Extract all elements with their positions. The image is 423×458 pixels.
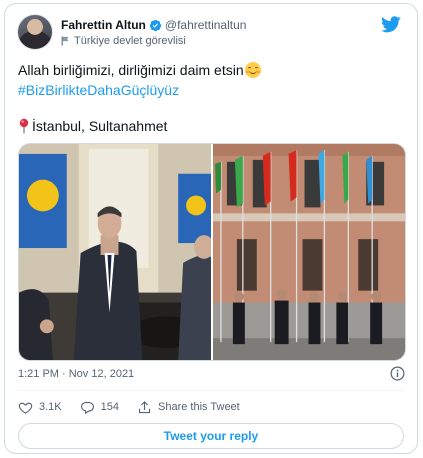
verified-badge-icon — [149, 19, 162, 31]
divider — [18, 390, 404, 391]
tweet-your-reply-button[interactable]: Tweet your reply — [18, 423, 404, 449]
reply-count: 154 — [100, 401, 119, 413]
tweet-photo-2[interactable] — [213, 144, 405, 360]
like-count: 3.1K — [39, 401, 62, 413]
affiliation-label: Türkiye devlet görevlisi — [74, 35, 186, 47]
tweet-text: Allah birliğimizi, dirliğimizi daim etsi… — [18, 62, 244, 78]
photo-indoor-meeting — [19, 144, 211, 360]
reply-button[interactable]: 154 — [80, 400, 119, 415]
hashtag-line: #BizBirlikteDahaGüçlüyüz — [18, 80, 408, 100]
tweet-photo-1[interactable] — [19, 144, 211, 360]
heart-icon — [18, 402, 33, 414]
author-handle[interactable]: @fahrettinaltun — [165, 18, 247, 32]
media-grid — [18, 143, 406, 361]
affiliation-row: Türkiye devlet görevlisi — [61, 33, 186, 49]
twitter-bird-icon[interactable] — [381, 16, 401, 33]
tweet-actions: 3.1K 154 Share this Tweet — [18, 396, 258, 418]
tweet-timestamp[interactable]: 1:21 PM · Nov 12, 2021 — [18, 368, 134, 380]
share-label: Share this Tweet — [158, 401, 240, 413]
share-button[interactable]: Share this Tweet — [137, 400, 240, 415]
location-line: İstanbul, Sultanahmet — [18, 116, 408, 136]
share-icon — [138, 400, 151, 413]
tweet-card: Fahrettin Altun @fahrettinaltun Türkiye … — [4, 3, 418, 454]
location-text: İstanbul, Sultanahmet — [32, 118, 168, 134]
round-pushpin-icon — [19, 118, 29, 134]
info-icon[interactable] — [390, 366, 405, 381]
flag-icon — [61, 36, 69, 46]
like-button[interactable]: 3.1K — [18, 400, 62, 415]
smiling-face-emoji-icon — [244, 62, 261, 78]
avatar[interactable] — [17, 14, 53, 50]
hashtag-link[interactable]: #BizBirlikteDahaGüçlüyüz — [18, 82, 179, 98]
author-row: Fahrettin Altun @fahrettinaltun — [61, 16, 246, 34]
author-display-name[interactable]: Fahrettin Altun — [61, 18, 146, 32]
tweet-text-line: Allah birliğimizi, dirliğimizi daim etsi… — [18, 60, 408, 80]
tweet-header: Fahrettin Altun @fahrettinaltun Türkiye … — [17, 14, 405, 54]
reply-bubble-icon — [80, 401, 94, 414]
photo-building-flags — [213, 144, 405, 360]
